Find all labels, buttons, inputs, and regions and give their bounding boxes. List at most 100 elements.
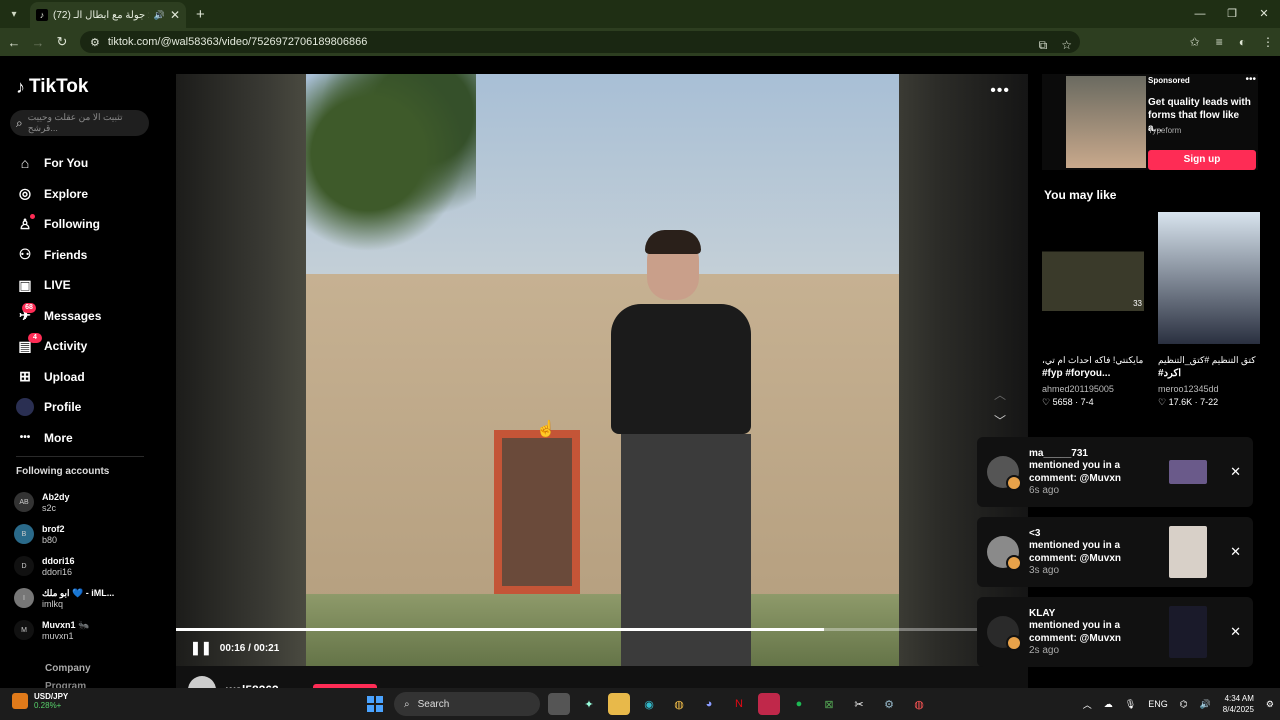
url-text: tiktok.com/@wal58363/video/7526972706189… [107, 36, 368, 48]
nav-friends[interactable]: ⚇ Friends [16, 240, 156, 271]
notification-name: ma_____731 [1029, 448, 1088, 459]
nav-live[interactable]: ▣ LIVE [16, 270, 156, 301]
close-icon[interactable]: ✕ [1230, 464, 1241, 480]
speaker-icon[interactable]: 🔊 [154, 10, 165, 21]
microphone-icon[interactable]: 🎙 [1125, 699, 1136, 710]
close-icon[interactable]: ✕ [1230, 544, 1241, 560]
account-item[interactable]: M Muvxn1 🐜 muvxn1 [14, 614, 154, 646]
wifi-icon[interactable]: ⌬ [1180, 699, 1188, 710]
favorites-icon[interactable]: ✩ [1190, 35, 1200, 49]
notification-toast[interactable]: KLAY mentioned you in a comment: @Muvxn … [977, 597, 1253, 667]
task-view-icon[interactable] [548, 693, 570, 715]
file-explorer-icon[interactable] [608, 693, 630, 715]
browser-toolbar: ← → ↻ ⚙ tiktok.com/@wal58363/video/75269… [0, 28, 1280, 56]
card-date: 7-4 [1080, 397, 1094, 407]
browser-tab[interactable]: ♪ (72) فرشح: جولة مع أبطال الـ... 🔊 ✕ [30, 2, 186, 28]
toolbar-actions: ✩ ≡ ◐ ⋮ [1190, 28, 1274, 56]
card-date: 7-22 [1200, 397, 1219, 407]
nav-messages[interactable]: ✈ 68 Messages [16, 301, 156, 332]
avatar: M [14, 620, 34, 640]
copilot-icon[interactable]: ✦ [578, 693, 600, 715]
close-window-button[interactable]: ✕ [1248, 0, 1280, 28]
video-more-icon[interactable]: ••• [990, 82, 1010, 100]
chrome-profile-icon[interactable]: ◍ [908, 693, 930, 715]
nav-for-you[interactable]: ⌂ For You [16, 148, 156, 179]
app-icon[interactable] [758, 693, 780, 715]
video-player[interactable] [306, 74, 899, 666]
playback-controls: ❚❚ 00:16 / 00:21 [190, 640, 279, 656]
profile-icon[interactable]: ◐ [1239, 35, 1246, 49]
menu-icon[interactable]: ⋮ [1262, 35, 1274, 49]
window-controls: — ❐ ✕ [1184, 0, 1280, 28]
bookmark-star-icon[interactable]: ☆ [1061, 38, 1072, 52]
reload-icon[interactable]: ↻ [50, 34, 74, 50]
spotify-icon[interactable]: ● [788, 693, 810, 715]
account-item[interactable]: AB Ab2dy s2c [14, 486, 154, 518]
nav-label: Upload [44, 369, 85, 384]
nav-label: More [44, 430, 73, 445]
card-thumbnail [1158, 212, 1260, 344]
avatar: D [14, 556, 34, 576]
windows-start-icon[interactable] [364, 693, 386, 715]
next-video-icon[interactable]: ﹀ [994, 412, 1006, 429]
tiktok-note-icon: ♪ [16, 76, 25, 97]
nav-upload[interactable]: ⊞ Upload [16, 362, 156, 393]
onedrive-icon[interactable]: ☁ [1104, 699, 1113, 710]
xbox-icon[interactable]: ⊠ [818, 693, 840, 715]
account-item[interactable]: Bbrof2 b80 [14, 518, 154, 550]
steam-icon[interactable]: ⚙ [878, 693, 900, 715]
capcut-icon[interactable]: ✂ [848, 693, 870, 715]
discord-icon[interactable]: ◕ [698, 693, 720, 715]
forward-icon[interactable]: → [26, 35, 50, 50]
address-bar[interactable]: ⚙ tiktok.com/@wal58363/video/75269727061… [80, 31, 1080, 53]
install-icon[interactable]: ⧉ [1039, 38, 1048, 53]
clock[interactable]: 4:34 AM 8/4/2025 [1223, 693, 1254, 715]
video-progress-bar[interactable] [176, 628, 1028, 631]
ad-signup-button[interactable]: Sign up [1148, 150, 1256, 170]
nav-activity[interactable]: ▤ 4 Activity [16, 331, 156, 362]
progress-fill [176, 628, 824, 631]
back-icon[interactable]: ← [2, 35, 26, 50]
recommendation-card[interactable]: 33 ،مايكنتي! فاكه احداث ام تي #fyp #foryo… [1042, 212, 1144, 408]
card-stats: ♡ 5658 · 7-4 [1042, 397, 1094, 407]
minimize-button[interactable]: — [1184, 0, 1216, 28]
settings-icon[interactable]: ⚙ [1266, 699, 1274, 710]
company-link[interactable]: Company [45, 663, 91, 674]
nav-explore[interactable]: ◎ Explore [16, 179, 156, 210]
taskbar-search[interactable]: ⌕ Search [394, 692, 540, 716]
close-icon[interactable]: ✕ [1230, 624, 1241, 640]
volume-icon[interactable]: 🔊 [1200, 699, 1211, 710]
previous-video-icon[interactable]: ︿ [994, 386, 1006, 403]
sponsored-ad[interactable]: Sponsored ••• Get quality leads with for… [1042, 74, 1258, 170]
card-caption: كتق التنظيم #كتق_التنظيم #اكرد [1158, 354, 1260, 380]
notification-toast[interactable]: ma_____731 mentioned you in a comment: @… [977, 437, 1253, 507]
tab-close-icon[interactable]: ✕ [170, 8, 180, 22]
nav-more[interactable]: ••• More [16, 423, 156, 454]
site-info-icon[interactable]: ⚙ [90, 36, 100, 49]
ad-more-icon[interactable]: ••• [1245, 74, 1256, 85]
account-name: Ab2dy [42, 491, 70, 502]
search-input[interactable]: ⌕ تثبيت الا من عقلت وحييت قرشح... [10, 110, 149, 136]
logo-text: TikTok [29, 76, 89, 97]
account-item[interactable]: I ابو ملك 💙 - iML... imlkq [14, 582, 154, 614]
netflix-icon[interactable]: N [728, 693, 750, 715]
account-item[interactable]: Dddori16 ddori16 [14, 550, 154, 582]
chevron-up-icon[interactable]: ︿ [1083, 698, 1092, 711]
avatar [987, 536, 1022, 571]
notification-toast[interactable]: <3 mentioned you in a comment: @Muvxn 3s… [977, 517, 1253, 587]
edge-icon[interactable]: ◉ [638, 693, 660, 715]
chrome-icon[interactable]: ◍ [668, 693, 690, 715]
media-icon[interactable]: ≡ [1216, 35, 1223, 49]
stock-widget[interactable]: USD/JPY 0.28%+ [12, 692, 68, 710]
nav-label: Following [44, 217, 100, 232]
recommendation-card[interactable]: كتق التنظيم #كتق_التنظيم #اكرد meroo12345… [1158, 212, 1260, 408]
tiktok-logo[interactable]: ♪ TikTok [16, 76, 88, 98]
language-indicator[interactable]: ENG [1148, 699, 1168, 709]
new-tab-button[interactable]: + [196, 6, 205, 23]
nav-profile[interactable]: Profile [16, 392, 156, 423]
tab-search-button[interactable]: ▾ [4, 4, 24, 24]
pause-icon[interactable]: ❚❚ [190, 640, 212, 656]
nav-following[interactable]: ♙ Following [16, 209, 156, 240]
recommendation-cards: 33 ،مايكنتي! فاكه احداث ام تي #fyp #foryo… [1042, 212, 1262, 408]
maximize-button[interactable]: ❐ [1216, 0, 1248, 28]
